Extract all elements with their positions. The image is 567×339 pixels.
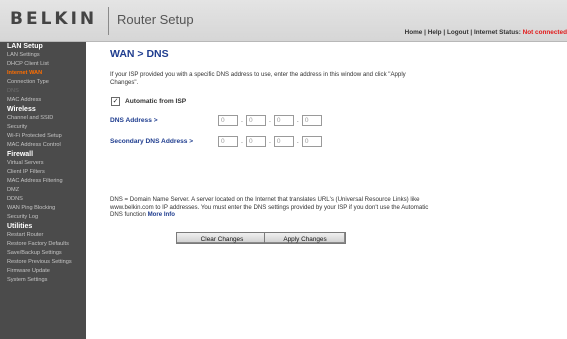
sidebar-item-save-backup-settings[interactable]: Save/Backup Settings (0, 249, 86, 258)
octet-separator: . (296, 117, 299, 124)
help-link[interactable]: Help (428, 29, 442, 36)
intro-text: If your ISP provided you with a specific… (110, 71, 406, 86)
sidebar-item-ddns[interactable]: DDNS (0, 195, 86, 204)
app-title: Router Setup (117, 12, 194, 27)
dns-octet-2[interactable] (245, 115, 266, 126)
check-icon: ✓ (112, 98, 119, 105)
header-bar: BELKIN Router Setup Home | Help | Logout… (0, 0, 567, 42)
home-link[interactable]: Home (405, 29, 423, 36)
secondary-dns-row: Secondary DNS Address > . . . (110, 136, 325, 147)
dns-octet-3[interactable] (273, 115, 294, 126)
main-content: WAN > DNS If your ISP provided you with … (86, 42, 567, 339)
sidebar-item-mac-address-control[interactable]: MAC Address Control (0, 141, 86, 150)
link-separator: | (424, 29, 426, 36)
sidebar-item-dns[interactable]: DNS (0, 87, 86, 96)
secondary-dns-octet-2[interactable] (245, 136, 266, 147)
top-links: Home | Help | Logout | Internet Status: … (405, 29, 567, 36)
apply-changes-button[interactable]: Apply Changes (264, 232, 346, 244)
page-title: WAN > DNS (110, 48, 169, 60)
automatic-from-isp-checkbox[interactable]: ✓ (111, 97, 120, 106)
sidebar-section-internet-wan[interactable]: Internet WAN (0, 69, 86, 78)
sidebar-item-restore-factory-defaults[interactable]: Restore Factory Defaults (0, 240, 86, 249)
clear-changes-button[interactable]: Clear Changes (176, 232, 268, 244)
sidebar-item-restart-router[interactable]: Restart Router (0, 231, 86, 240)
octet-separator: . (268, 117, 271, 124)
octet-separator: . (268, 138, 271, 145)
sidebar-item-lan-settings[interactable]: LAN Settings (0, 51, 86, 60)
logout-link[interactable]: Logout (447, 29, 469, 36)
octet-separator: . (296, 138, 299, 145)
sidebar-item-channel-and-ssid[interactable]: Channel and SSID (0, 114, 86, 123)
more-info-link[interactable]: More Info (148, 211, 175, 218)
sidebar-item-virtual-servers[interactable]: Virtual Servers (0, 159, 86, 168)
sidebar-item-client-ip-filters[interactable]: Client IP Filters (0, 168, 86, 177)
link-separator: | (443, 29, 446, 36)
secondary-dns-octet-1[interactable] (218, 136, 238, 147)
sidebar-item-firmware-update[interactable]: Firmware Update (0, 267, 86, 276)
internet-status-label: Internet Status: (473, 29, 521, 36)
secondary-dns-octet-3[interactable] (273, 136, 294, 147)
header-divider (108, 7, 109, 35)
sidebar-item-wifi-protected-setup[interactable]: Wi-Fi Protected Setup (0, 132, 86, 141)
sidebar-item-system-settings[interactable]: System Settings (0, 276, 86, 285)
sidebar: LAN Setup LAN Settings DHCP Client List … (0, 42, 86, 339)
octet-separator: . (241, 138, 243, 145)
secondary-dns-label: Secondary DNS Address > (110, 138, 194, 145)
dns-address-label: DNS Address > (110, 117, 158, 124)
dns-octet-4[interactable] (301, 115, 322, 126)
link-separator: | (470, 29, 473, 36)
octet-separator: . (241, 117, 243, 124)
sidebar-item-restore-previous-settings[interactable]: Restore Previous Settings (0, 258, 86, 267)
internet-status-value: Not connected (522, 29, 567, 36)
automatic-from-isp-row: ✓ Automatic from ISP (111, 97, 186, 106)
sidebar-item-dmz[interactable]: DMZ (0, 186, 86, 195)
sidebar-item-mac-address[interactable]: MAC Address (0, 96, 86, 105)
sidebar-section-utilities: Utilities (7, 223, 33, 230)
secondary-dns-octet-4[interactable] (301, 136, 322, 147)
automatic-from-isp-label: Automatic from ISP (125, 98, 187, 105)
sidebar-item-security[interactable]: Security (0, 123, 86, 132)
sidebar-item-mac-address-filtering[interactable]: MAC Address Filtering (0, 177, 86, 186)
sidebar-item-security-log[interactable]: Security Log (0, 213, 86, 222)
dns-info-text: DNS = Domain Name Server. A server locat… (110, 196, 440, 219)
dns-address-row: DNS Address > . . . (110, 115, 325, 126)
sidebar-section-firewall: Firewall (7, 151, 34, 158)
dns-octet-1[interactable] (218, 115, 238, 126)
sidebar-item-wan-ping-blocking[interactable]: WAN Ping Blocking (0, 204, 86, 213)
sidebar-section-lan-setup: LAN Setup (7, 43, 43, 50)
sidebar-section-wireless: Wireless (7, 106, 36, 113)
sidebar-item-dhcp-client-list[interactable]: DHCP Client List (0, 60, 86, 69)
belkin-logo: BELKIN (10, 9, 98, 29)
sidebar-item-connection-type[interactable]: Connection Type (0, 78, 86, 87)
